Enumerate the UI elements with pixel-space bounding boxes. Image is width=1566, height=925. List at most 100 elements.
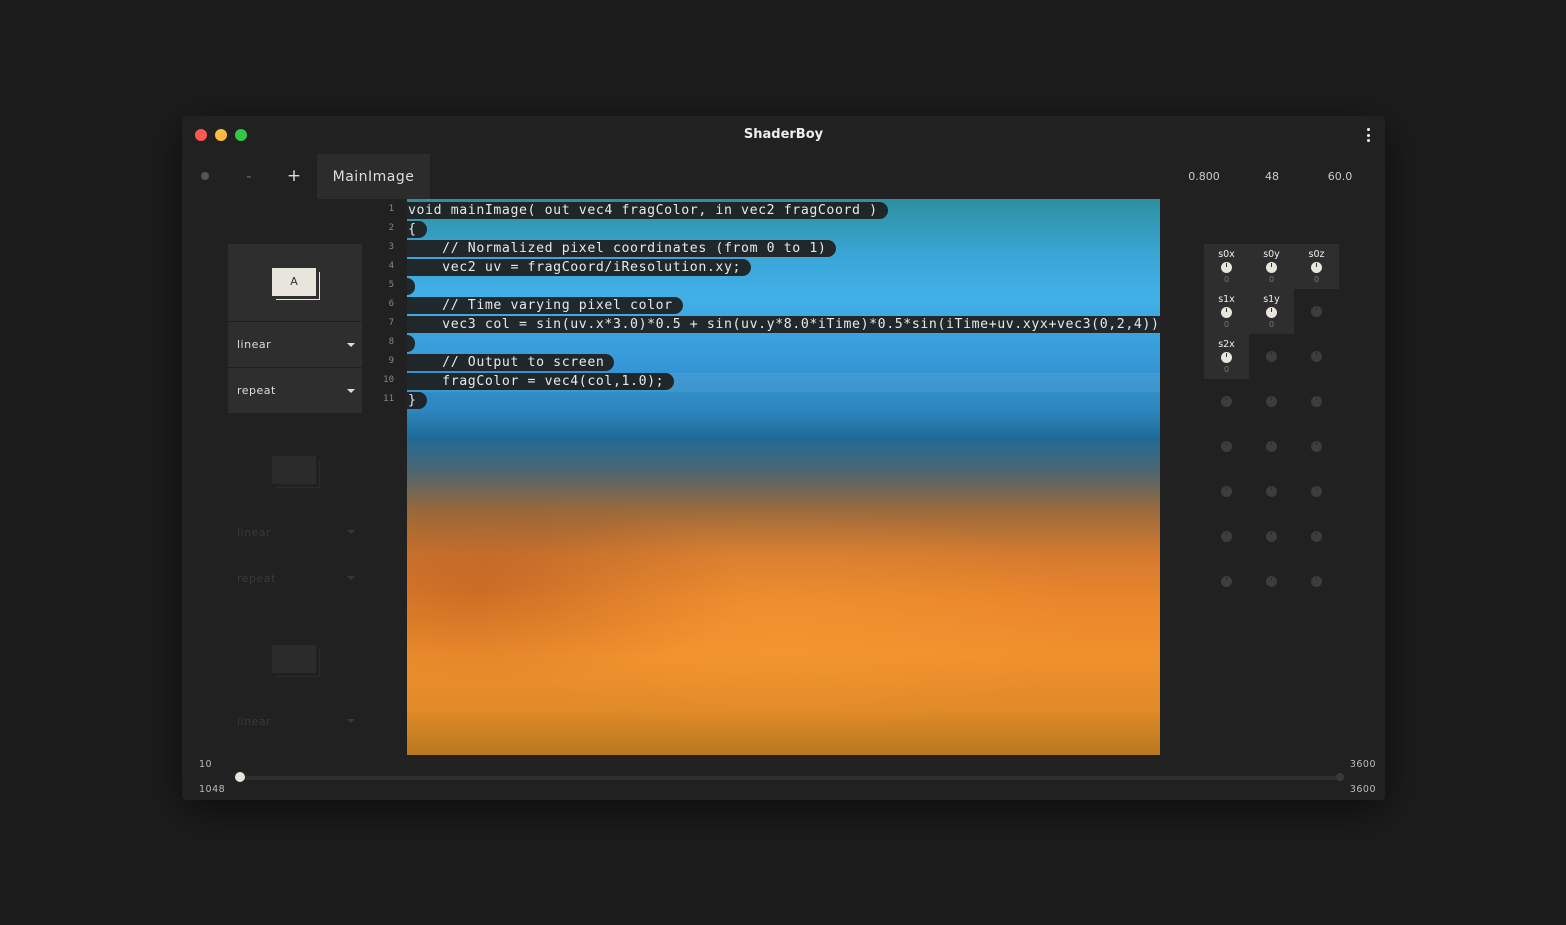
code-line[interactable]: [407, 278, 1167, 297]
knob-dial-icon: [1311, 396, 1322, 407]
channel-2-letter: -: [272, 644, 316, 673]
texture-icon: A: [272, 267, 320, 300]
knob-dial-icon: [1266, 351, 1277, 362]
tab-bar: - + MainImage 0.800 48 60.0: [182, 154, 1385, 199]
add-buffer-button[interactable]: +: [272, 154, 316, 198]
empty-knob-slot[interactable]: [1249, 334, 1294, 379]
timeline-end-marker[interactable]: [1336, 773, 1344, 781]
tab-mainimage[interactable]: MainImage: [317, 154, 430, 199]
channel-0-thumbnail[interactable]: A: [228, 244, 362, 321]
code-line-text: void mainImage( out vec4 fragColor, in v…: [407, 202, 888, 219]
app-title: ShaderBoy: [743, 127, 824, 142]
empty-knob-slot[interactable]: [1204, 379, 1249, 424]
channel-1-filter-select[interactable]: linear: [228, 509, 362, 555]
code-line[interactable]: [407, 335, 1167, 354]
code-line[interactable]: vec2 uv = fragCoord/iResolution.xy;: [407, 259, 1167, 278]
uniform-knob[interactable]: s2x 0: [1204, 334, 1249, 379]
timeline-end-bottom: 3600: [1349, 784, 1376, 795]
knob-dial-icon: [1311, 486, 1322, 497]
uniform-knob[interactable]: s0x 0: [1204, 244, 1249, 289]
knob-label: s0x: [1218, 249, 1235, 260]
uniform-knob[interactable]: s1y 0: [1249, 289, 1294, 334]
empty-knob-slot[interactable]: [1294, 559, 1339, 604]
timeline-end-top: 3600: [1349, 759, 1376, 770]
channel-2-thumbnail[interactable]: -: [228, 621, 362, 698]
code-line-text: // Normalized pixel coordinates (from 0 …: [407, 240, 837, 257]
empty-knob-slot[interactable]: [1204, 559, 1249, 604]
empty-knob-slot[interactable]: [1204, 469, 1249, 514]
code-line[interactable]: }: [407, 392, 1167, 411]
channel-2-filter-select[interactable]: linear: [228, 698, 362, 744]
channel-0-wrap-select[interactable]: repeat: [228, 367, 362, 413]
wrap-value: repeat: [237, 571, 276, 585]
filter-value: linear: [237, 714, 272, 728]
line-number: 11: [383, 394, 394, 404]
timeline-start-top: 10: [199, 759, 213, 770]
knob-dial-icon: [1266, 576, 1277, 587]
knob-dial-icon[interactable]: [1221, 262, 1232, 273]
line-number: 10: [383, 375, 394, 385]
empty-knob-slot[interactable]: [1204, 424, 1249, 469]
line-number-gutter: 1 2 3 4 5 6 7 8 9 10 11: [372, 200, 394, 409]
timeline-track[interactable]: [237, 776, 1341, 780]
empty-knob-slot[interactable]: [1249, 424, 1294, 469]
channel-1-letter: -: [272, 455, 316, 484]
code-editor[interactable]: void mainImage( out vec4 fragColor, in v…: [407, 202, 1167, 411]
line-number: 7: [388, 318, 394, 328]
uniform-knob[interactable]: s0y 0: [1249, 244, 1294, 289]
texture-icon: -: [272, 455, 320, 488]
empty-knob-slot[interactable]: [1249, 514, 1294, 559]
uniform-knob[interactable]: s0z 0: [1294, 244, 1339, 289]
code-line[interactable]: {: [407, 221, 1167, 240]
remove-buffer-button[interactable]: -: [227, 154, 271, 198]
knob-value: 0: [1223, 365, 1230, 374]
knob-dial-icon[interactable]: [1221, 352, 1232, 363]
empty-knob-slot[interactable]: [1294, 289, 1339, 334]
code-line[interactable]: fragColor = vec4(col,1.0);: [407, 373, 1160, 392]
knob-dial-icon[interactable]: [1221, 307, 1232, 318]
code-line[interactable]: void mainImage( out vec4 fragColor, in v…: [407, 202, 1167, 221]
empty-knob-slot[interactable]: [1294, 334, 1339, 379]
uniform-knob[interactable]: s1x 0: [1204, 289, 1249, 334]
more-menu-icon[interactable]: [1366, 128, 1370, 142]
line-number: 8: [388, 337, 394, 347]
empty-knob-slot[interactable]: [1249, 379, 1294, 424]
knob-value: 0: [1223, 275, 1230, 284]
chevron-down-icon: [347, 719, 355, 723]
code-line[interactable]: // Normalized pixel coordinates (from 0 …: [407, 240, 1167, 259]
code-line[interactable]: vec3 col = sin(uv.x*3.0)*0.5 + sin(uv.y*…: [407, 316, 1167, 335]
empty-knob-slot[interactable]: [1294, 379, 1339, 424]
knob-dial-icon[interactable]: [1311, 262, 1322, 273]
line-number: 6: [388, 299, 394, 309]
knob-dial-icon[interactable]: [1266, 262, 1277, 273]
knob-dial-icon: [1266, 396, 1277, 407]
knob-dial-icon: [1221, 486, 1232, 497]
knob-dial-icon: [1221, 531, 1232, 542]
code-line[interactable]: // Output to screen: [407, 354, 1167, 373]
channel-0-filter-select[interactable]: linear: [228, 321, 362, 367]
channel-1-panel: - linear repeat: [228, 432, 362, 601]
empty-knob-slot[interactable]: [1249, 469, 1294, 514]
channel-1-wrap-select[interactable]: repeat: [228, 555, 362, 601]
empty-knob-slot[interactable]: [1294, 469, 1339, 514]
code-line-text: [407, 335, 415, 352]
empty-knob-slot[interactable]: [1294, 514, 1339, 559]
empty-knob-slot[interactable]: [1249, 559, 1294, 604]
wrap-value: repeat: [237, 384, 276, 397]
record-dot-button[interactable]: [183, 154, 227, 198]
empty-knob-slot[interactable]: [1204, 514, 1249, 559]
code-line[interactable]: // Time varying pixel color: [407, 297, 1167, 316]
knob-dial-icon[interactable]: [1266, 307, 1277, 318]
empty-knob-slot[interactable]: [1294, 424, 1339, 469]
channel-1-thumbnail[interactable]: -: [228, 432, 362, 509]
knob-dial-icon: [1266, 531, 1277, 542]
line-number: 2: [388, 223, 394, 233]
knob-value: 0: [1313, 275, 1320, 284]
frame-readout: 48: [1265, 170, 1279, 183]
knob-label: s2x: [1218, 339, 1235, 350]
code-line-text: [407, 278, 415, 295]
knob-dial-icon: [1311, 576, 1322, 587]
timeline-scrubber-handle[interactable]: [235, 772, 246, 782]
chevron-down-icon: [347, 343, 355, 347]
channel-0-panel: A linear repeat: [228, 244, 362, 413]
